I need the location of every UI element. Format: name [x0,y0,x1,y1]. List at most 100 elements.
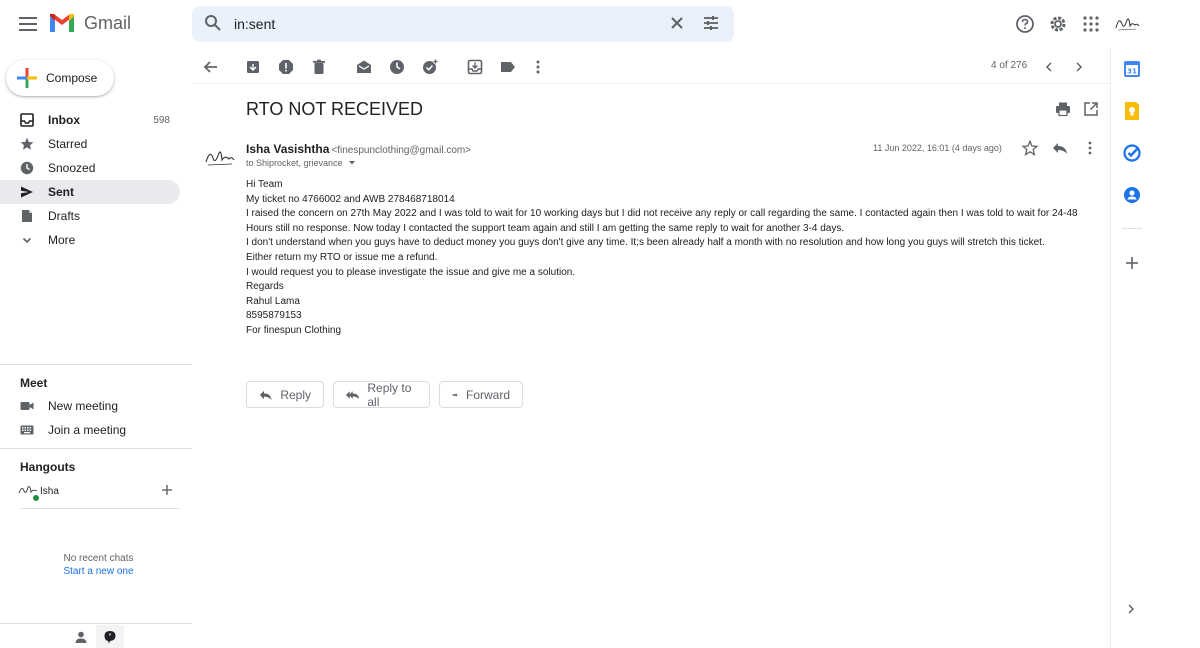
back-to-sent-button[interactable] [202,58,220,76]
body-line: I would request you to please investigat… [246,266,576,278]
join-meeting-label: Join a meeting [48,423,127,437]
get-addons-button[interactable] [1122,253,1142,273]
chat-bubble-icon: " [104,630,116,643]
search-input[interactable] [234,14,654,34]
clock-icon [390,60,404,74]
chevron-down-icon [22,237,32,244]
body-line: Hi Team [246,179,283,190]
sidebar-item-drafts[interactable]: Drafts [0,204,180,228]
search-icon [205,15,221,31]
keep-addon-button[interactable] [1122,101,1142,121]
new-conversation-button[interactable] [160,483,174,497]
recipients-line: to Shiprocket, grievance [246,158,357,168]
recipients-text: to Shiprocket, grievance [246,158,343,168]
search-button[interactable] [204,14,222,32]
gmail-logo[interactable]: Gmail [48,12,131,34]
open-in-new-window-button[interactable] [1083,101,1099,117]
sender-email: <finespunclothing@gmail.com> [331,145,472,156]
svg-text:": " [108,632,111,640]
report-icon [279,60,293,74]
signature-avatar-icon [205,151,235,166]
calendar-icon: 31 [1124,61,1140,77]
sidebar-item-starred[interactable]: Starred [0,132,180,156]
calendar-addon-button[interactable]: 31 [1122,59,1142,79]
delete-button[interactable] [310,58,328,76]
sidebar-item-inbox[interactable]: Inbox 598 [0,108,180,132]
compose-label: Compose [46,71,98,85]
contacts-icon [1124,187,1140,203]
app-name: Gmail [84,12,132,33]
reply-all-button[interactable]: Reply to all [333,380,430,409]
gear-icon [1050,16,1066,32]
meet-section-title: Meet [20,376,48,390]
sidebar-item-more[interactable]: More [0,228,180,252]
sidebar-item-snoozed[interactable]: Snoozed [0,156,180,180]
settings-button[interactable] [1046,12,1070,36]
send-icon [21,186,33,198]
toolbar-divider [192,83,1110,84]
open-in-new-icon [1084,102,1098,116]
tasks-addon-button[interactable] [1122,143,1142,163]
sidebar-item-label: Snoozed [48,161,96,175]
hangouts-user-selector[interactable]: Isha [18,482,82,502]
unread-count: 598 [153,114,170,126]
body-line: Rahul Lama [246,295,300,307]
add-to-tasks-button[interactable] [421,58,439,76]
no-recent-chats-block: No recent chats Start a new one [0,553,197,577]
email-subject: RTO NOT RECEIVED [246,99,424,119]
sender-name[interactable]: Isha Vasishtha [246,142,329,156]
star-email-button[interactable] [1022,140,1038,156]
sidebar-item-label: Inbox [48,113,80,127]
labels-button[interactable] [499,58,517,76]
print-all-button[interactable] [1055,101,1071,117]
show-side-panel-button[interactable] [1125,602,1137,616]
compose-button[interactable]: Compose [6,60,114,96]
sidebar-item-sent[interactable]: Sent [0,180,180,204]
gmail-m-icon [50,14,74,32]
hangouts-avatar [18,483,40,502]
message-more-button[interactable] [1082,140,1098,156]
caret-down-icon[interactable] [347,159,357,167]
mark-unread-button[interactable] [355,58,373,76]
join-meeting-button[interactable]: Join a meeting [0,418,180,442]
sidebar-item-label: Starred [48,137,88,151]
new-meeting-button[interactable]: New meeting [0,394,180,418]
sender-avatar [204,146,236,170]
newer-button[interactable] [1040,58,1058,76]
label-tag-icon [501,62,515,72]
clear-search-button[interactable] [668,14,686,32]
apps-grid-icon [1083,16,1099,32]
mark-unread-icon [357,60,371,73]
report-spam-button[interactable] [277,58,295,76]
sender-info: Isha Vasishtha <finespunclothing@gmail.co… [246,142,471,156]
body-line: 8595879153 [246,310,302,322]
support-button[interactable] [1013,12,1037,36]
new-meeting-label: New meeting [48,399,119,413]
online-status-dot [32,494,40,502]
person-icon [75,631,87,643]
body-line: Regards [246,281,284,293]
reply-icon-button[interactable] [1052,140,1068,156]
move-to-button[interactable] [466,58,484,76]
forward-button[interactable]: Forward [439,381,523,408]
more-actions-button[interactable] [529,58,547,76]
reply-button[interactable]: Reply [246,381,324,408]
side-panel [1110,48,1154,648]
older-button[interactable] [1070,58,1088,76]
contacts-addon-button[interactable] [1122,185,1142,205]
google-apps-button[interactable] [1079,12,1103,36]
conversations-tab-button[interactable]: " [96,625,124,648]
snooze-button[interactable] [388,58,406,76]
tune-icon [704,16,718,30]
account-avatar[interactable] [1114,14,1140,34]
reply-all-label: Reply to all [367,380,412,409]
main-menu-button[interactable] [12,8,44,40]
side-panel-divider [1122,228,1142,229]
search-options-button[interactable] [702,14,720,32]
archive-button[interactable] [244,58,262,76]
reply-label: Reply [280,387,311,402]
start-new-chat-link[interactable]: Start a new one [0,566,197,577]
clock-icon [20,161,34,175]
more-vert-icon [536,60,540,74]
contacts-tab-button[interactable] [74,630,88,644]
